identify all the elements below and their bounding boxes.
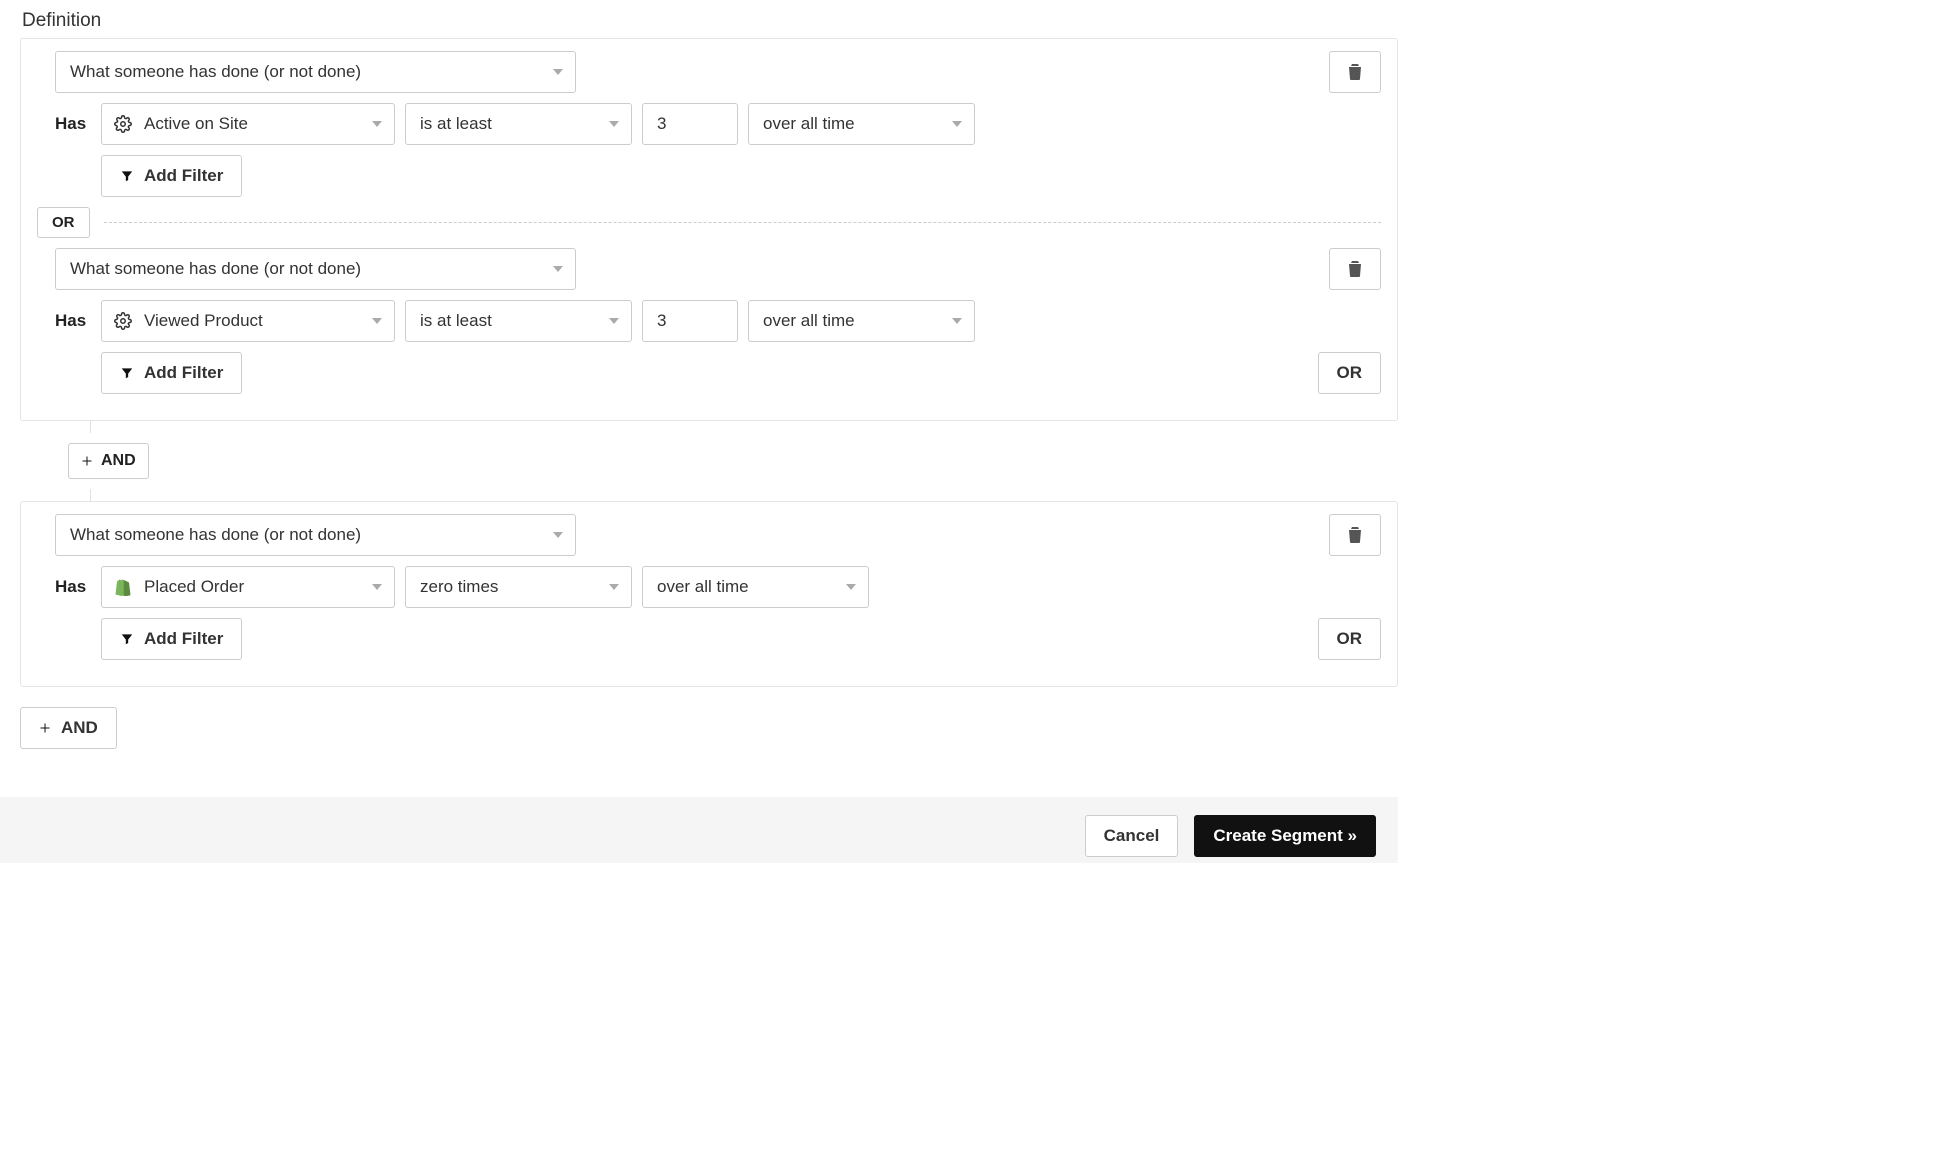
timeframe-select[interactable]: over all time bbox=[748, 103, 975, 145]
chevron-down-icon bbox=[952, 121, 962, 127]
chevron-down-icon bbox=[609, 584, 619, 590]
add-and-group-button[interactable]: AND bbox=[20, 707, 117, 749]
gear-icon bbox=[114, 312, 132, 330]
plus-icon bbox=[81, 455, 93, 467]
value-input-wrapper bbox=[642, 103, 738, 145]
trash-icon bbox=[1348, 261, 1362, 277]
vertical-connector bbox=[90, 421, 1398, 433]
add-filter-label: Add Filter bbox=[144, 629, 223, 649]
add-filter-button[interactable]: Add Filter bbox=[101, 352, 242, 394]
has-label: Has bbox=[55, 577, 91, 597]
chevron-down-icon bbox=[952, 318, 962, 324]
condition-type-select[interactable]: What someone has done (or not done) bbox=[55, 51, 576, 93]
operator-select[interactable]: is at least bbox=[405, 300, 632, 342]
or-chip[interactable]: OR bbox=[37, 207, 90, 238]
value-input-wrapper bbox=[642, 300, 738, 342]
metric-select[interactable]: Viewed Product bbox=[101, 300, 395, 342]
cancel-button[interactable]: Cancel bbox=[1085, 815, 1179, 857]
operator-select[interactable]: is at least bbox=[405, 103, 632, 145]
delete-condition-button[interactable] bbox=[1329, 514, 1381, 556]
timeframe-select[interactable]: over all time bbox=[642, 566, 869, 608]
and-connector-label: AND bbox=[101, 452, 136, 470]
or-label: OR bbox=[1337, 629, 1363, 649]
cancel-label: Cancel bbox=[1104, 826, 1160, 846]
chevron-down-icon bbox=[609, 121, 619, 127]
add-filter-label: Add Filter bbox=[144, 166, 223, 186]
condition-type-label: What someone has done (or not done) bbox=[70, 62, 361, 82]
condition-type-select[interactable]: What someone has done (or not done) bbox=[55, 248, 576, 290]
shopify-icon bbox=[114, 578, 132, 596]
condition-group: What someone has done (or not done) Has … bbox=[20, 501, 1398, 687]
chevron-down-icon bbox=[372, 121, 382, 127]
or-separator: OR bbox=[37, 207, 1381, 238]
chevron-down-icon bbox=[372, 584, 382, 590]
metric-select[interactable]: Active on Site bbox=[101, 103, 395, 145]
trash-icon bbox=[1348, 64, 1362, 80]
condition-type-label: What someone has done (or not done) bbox=[70, 259, 361, 279]
operator-label: is at least bbox=[420, 114, 492, 134]
create-segment-label: Create Segment » bbox=[1213, 826, 1357, 846]
add-or-button[interactable]: OR bbox=[1318, 352, 1382, 394]
condition-group: What someone has done (or not done) Has … bbox=[20, 38, 1398, 421]
has-label: Has bbox=[55, 114, 91, 134]
value-input[interactable] bbox=[655, 113, 725, 135]
footer-bar: Cancel Create Segment » bbox=[0, 797, 1398, 863]
gear-icon bbox=[114, 115, 132, 133]
operator-label: is at least bbox=[420, 311, 492, 331]
add-filter-button[interactable]: Add Filter bbox=[101, 155, 242, 197]
has-label: Has bbox=[55, 311, 91, 331]
filter-icon bbox=[120, 169, 134, 183]
metric-label: Viewed Product bbox=[144, 311, 263, 331]
chevron-down-icon bbox=[553, 69, 563, 75]
metric-label: Active on Site bbox=[144, 114, 248, 134]
operator-select[interactable]: zero times bbox=[405, 566, 632, 608]
and-connector: AND bbox=[68, 433, 1398, 489]
chevron-down-icon bbox=[372, 318, 382, 324]
chevron-down-icon bbox=[553, 266, 563, 272]
filter-icon bbox=[120, 366, 134, 380]
metric-label: Placed Order bbox=[144, 577, 244, 597]
timeframe-select[interactable]: over all time bbox=[748, 300, 975, 342]
delete-condition-button[interactable] bbox=[1329, 248, 1381, 290]
timeframe-label: over all time bbox=[763, 114, 855, 134]
or-label: OR bbox=[1337, 363, 1363, 383]
filter-icon bbox=[120, 632, 134, 646]
and-connector-chip[interactable]: AND bbox=[68, 443, 149, 479]
add-filter-label: Add Filter bbox=[144, 363, 223, 383]
operator-label: zero times bbox=[420, 577, 498, 597]
plus-icon bbox=[39, 722, 51, 734]
delete-condition-button[interactable] bbox=[1329, 51, 1381, 93]
value-input[interactable] bbox=[655, 310, 725, 332]
chevron-down-icon bbox=[609, 318, 619, 324]
and-label: AND bbox=[61, 718, 98, 738]
vertical-connector bbox=[90, 489, 1398, 501]
add-filter-button[interactable]: Add Filter bbox=[101, 618, 242, 660]
condition-type-select[interactable]: What someone has done (or not done) bbox=[55, 514, 576, 556]
trash-icon bbox=[1348, 527, 1362, 543]
timeframe-label: over all time bbox=[763, 311, 855, 331]
condition-type-label: What someone has done (or not done) bbox=[70, 525, 361, 545]
chevron-down-icon bbox=[553, 532, 563, 538]
create-segment-button[interactable]: Create Segment » bbox=[1194, 815, 1376, 857]
metric-select[interactable]: Placed Order bbox=[101, 566, 395, 608]
add-or-button[interactable]: OR bbox=[1318, 618, 1382, 660]
chevron-down-icon bbox=[846, 584, 856, 590]
dashed-line bbox=[104, 222, 1382, 223]
timeframe-label: over all time bbox=[657, 577, 749, 597]
section-title: Definition bbox=[22, 10, 1398, 32]
